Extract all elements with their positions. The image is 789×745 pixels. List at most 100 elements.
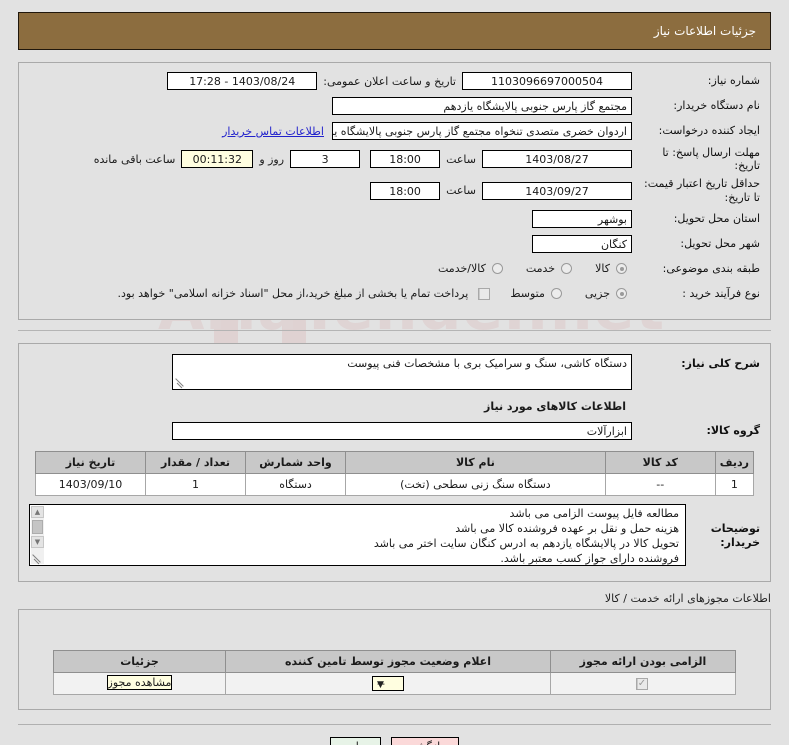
page-root: AriaTender.net جزئیات اطلاعات نیاز شماره… bbox=[0, 12, 789, 745]
permits-section-title: اطلاعات مجوزهای ارائه خدمت / کالا bbox=[604, 591, 771, 605]
deadline-date-value: 1403/08/27 bbox=[482, 150, 632, 169]
row-category: طبقه بندی موضوعی: کالا خدمت کالا/خدمت bbox=[29, 259, 760, 279]
buyer-contact-link[interactable]: اطلاعات تماس خریدار bbox=[214, 125, 332, 138]
goods-cell-name: دستگاه سنگ زنی سطحی (تخت) bbox=[345, 472, 606, 496]
resize-grip-icon[interactable] bbox=[174, 377, 185, 388]
row-process-type: نوع فرآیند خرید : جزیی متوسط پرداخت تمام… bbox=[29, 284, 760, 304]
goods-table: ردیف کد کالا نام کالا واحد شمارش تعداد /… bbox=[35, 450, 755, 496]
buyer-note-line-1: مطالعه فایل پیوست الزامی می باشد bbox=[509, 506, 679, 520]
row-creator: ایجاد کننده درخواست: اردوان خضری متصدی ت… bbox=[29, 121, 760, 141]
footer-actions: بازگشت چاپ bbox=[0, 725, 789, 745]
buyer-notes-label: توضیحات خریدار: bbox=[710, 521, 760, 549]
creator-value: اردوان خضری متصدی تنخواه مجتمع گاز پارس … bbox=[332, 122, 632, 140]
category-radio-service[interactable] bbox=[561, 263, 573, 275]
process-type-label: نوع فرآیند خرید : bbox=[682, 286, 760, 300]
validity-label: حداقل تاریخ اعتبار قیمت: تا تاریخ: bbox=[644, 177, 760, 204]
page-header-bar: جزئیات اطلاعات نیاز bbox=[18, 12, 771, 50]
general-description-label: شرح کلی نیاز: bbox=[681, 356, 760, 370]
process-radio-medium[interactable] bbox=[550, 288, 562, 300]
permits-table: الزامی بودن ارائه مجوز اعلام وضعیت مجوز … bbox=[53, 649, 736, 695]
table-row[interactable]: 1 -- دستگاه سنگ زنی سطحی (تخت) دستگاه 1 … bbox=[35, 472, 755, 496]
buyer-note-line-2: هزینه حمل و نقل بر عهده فروشنده کالا می … bbox=[455, 521, 679, 535]
buyer-org-value: مجتمع گاز پارس جنوبی پالایشگاه یازدهم bbox=[332, 97, 632, 115]
row-need-number: شماره نیاز: 1103096697000504 تاریخ و ساع… bbox=[29, 71, 760, 91]
page-title: جزئیات اطلاعات نیاز bbox=[653, 24, 756, 38]
scrollbar-thumb[interactable] bbox=[32, 519, 43, 534]
buyer-notes-textarea[interactable]: مطالعه فایل پیوست الزامی می باشد هزینه ح… bbox=[29, 503, 686, 566]
category-label-goods-service: کالا/خدمت bbox=[438, 262, 486, 276]
request-info-panel: شماره نیاز: 1103096697000504 تاریخ و ساع… bbox=[18, 62, 771, 320]
goods-table-header-row: ردیف کد کالا نام کالا واحد شمارش تعداد /… bbox=[35, 450, 755, 474]
goods-col-code: کد کالا bbox=[604, 450, 716, 474]
row-price-validity: حداقل تاریخ اعتبار قیمت: تا تاریخ: 1403/… bbox=[29, 177, 760, 204]
permit-required-checkbox bbox=[636, 678, 648, 691]
permits-cell-required bbox=[550, 671, 736, 695]
goods-cell-date: 1403/09/10 bbox=[35, 472, 146, 496]
permits-col-status: اعلام وضعیت مجوز توسط تامین کننده bbox=[225, 649, 551, 673]
view-permit-button[interactable]: مشاهده مجوز bbox=[106, 675, 173, 691]
permits-col-required: الزامی بودن ارائه مجوز bbox=[550, 649, 736, 673]
goods-group-value: ابزارآلات bbox=[172, 421, 632, 440]
city-label: شهر محل تحویل: bbox=[680, 236, 760, 250]
print-button[interactable]: چاپ bbox=[330, 736, 381, 745]
buyer-org-label: نام دستگاه خریدار: bbox=[673, 99, 760, 113]
row-province: استان محل تحویل: بوشهر bbox=[29, 209, 760, 229]
permits-table-wrap: الزامی بودن ارائه مجوز اعلام وضعیت مجوز … bbox=[53, 649, 736, 695]
need-number-label: شماره نیاز: bbox=[707, 74, 760, 88]
province-label: استان محل تحویل: bbox=[673, 211, 760, 225]
treasury-bonds-note: پرداخت تمام یا بخشی از مبلغ خرید،از محل … bbox=[117, 287, 469, 301]
city-value: کنگان bbox=[532, 234, 632, 253]
category-radio-goods-service[interactable] bbox=[491, 263, 503, 275]
treasury-bonds-checkbox[interactable] bbox=[478, 287, 491, 300]
general-description-text: دستگاه کاشی، سنگ و سرامیک بری با مشخصات … bbox=[347, 356, 627, 370]
back-button[interactable]: بازگشت bbox=[390, 736, 459, 745]
buyer-note-line-3: تحویل کالا در پالایشگاه یازدهم به ادرس ک… bbox=[373, 536, 679, 550]
category-label-service: خدمت bbox=[525, 262, 556, 276]
days-remaining-value: 3 bbox=[290, 150, 361, 169]
scroll-down-icon[interactable]: ▼ bbox=[31, 535, 44, 548]
goods-col-qty: تعداد / مقدار bbox=[145, 450, 246, 474]
general-description-textarea[interactable]: دستگاه کاشی، سنگ و سرامیک بری با مشخصات … bbox=[172, 353, 632, 390]
deadline-hour-label: ساعت bbox=[446, 152, 476, 166]
permit-status-select[interactable]: ▼ -- bbox=[372, 675, 404, 691]
permits-cell-status: ▼ -- bbox=[225, 671, 551, 695]
category-radio-goods[interactable] bbox=[616, 263, 627, 275]
category-radio-group: کالا خدمت کالا/خدمت bbox=[424, 262, 632, 275]
publish-datetime-label: تاریخ و ساعت اعلان عمومی: bbox=[323, 74, 456, 88]
permits-table-header-row: الزامی بودن ارائه مجوز اعلام وضعیت مجوز … bbox=[53, 649, 736, 673]
goods-col-name: نام کالا bbox=[345, 450, 606, 474]
row-buyer-notes: توضیحات خریدار: مطالعه فایل پیوست الزامی… bbox=[29, 503, 760, 566]
category-label-goods: کالا bbox=[595, 262, 610, 276]
permits-col-detail: جزئیات bbox=[53, 649, 226, 673]
goods-group-label: گروه کالا: bbox=[706, 423, 760, 437]
creator-label: ایجاد کننده درخواست: bbox=[658, 124, 760, 138]
validity-date-value: 1403/09/27 bbox=[482, 181, 632, 200]
validity-time-value: 18:00 bbox=[370, 181, 441, 200]
validity-hour-label: ساعت bbox=[446, 184, 476, 198]
row-city: شهر محل تحویل: کنگان bbox=[29, 234, 760, 254]
province-value: بوشهر bbox=[532, 209, 632, 228]
need-number-value: 1103096697000504 bbox=[462, 72, 632, 90]
deadline-time-value: 18:00 bbox=[370, 150, 441, 169]
goods-table-wrap: ردیف کد کالا نام کالا واحد شمارش تعداد /… bbox=[35, 450, 755, 496]
goods-cell-unit: دستگاه bbox=[245, 472, 346, 496]
goods-cell-qty: 1 bbox=[145, 472, 246, 496]
goods-col-date: تاریخ نیاز bbox=[35, 450, 146, 474]
resize-grip-icon[interactable] bbox=[31, 553, 42, 564]
description-goods-panel: شرح کلی نیاز: دستگاه کاشی، سنگ و سرامیک … bbox=[18, 342, 771, 582]
table-row[interactable]: ▼ -- مشاهده مجوز bbox=[53, 671, 736, 695]
process-radio-group: جزیی متوسط bbox=[496, 287, 632, 300]
process-radio-minor[interactable] bbox=[616, 288, 627, 300]
row-goods-group: گروه کالا: ابزارآلات bbox=[29, 421, 760, 441]
goods-section-title: اطلاعات کالاهای مورد نیاز bbox=[484, 399, 626, 413]
process-label-medium: متوسط bbox=[510, 287, 545, 301]
days-remaining-label: روز و bbox=[259, 152, 285, 166]
permits-cell-detail: مشاهده مجوز bbox=[53, 671, 226, 695]
goods-col-unit: واحد شمارش bbox=[245, 450, 346, 474]
goods-col-row: ردیف bbox=[714, 450, 755, 474]
scroll-up-icon[interactable]: ▲ bbox=[31, 505, 44, 518]
row-buyer-org: نام دستگاه خریدار: مجتمع گاز پارس جنوبی … bbox=[29, 96, 760, 116]
countdown-timer-value: 00:11:32 bbox=[181, 150, 254, 169]
publish-datetime-value: 1403/08/24 - 17:28 bbox=[167, 72, 318, 90]
countdown-label: ساعت باقی مانده bbox=[93, 152, 176, 166]
